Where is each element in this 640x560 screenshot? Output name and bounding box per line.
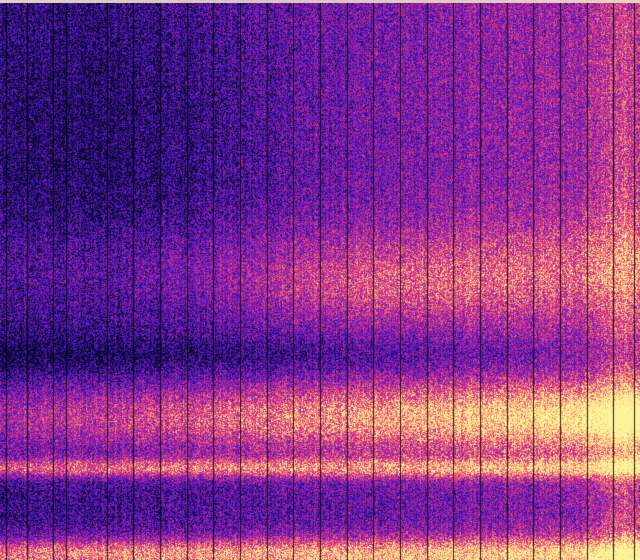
top-edge-stripe — [0, 0, 640, 3]
spectrogram-image — [0, 0, 640, 560]
spectrogram-viewport — [0, 0, 640, 560]
